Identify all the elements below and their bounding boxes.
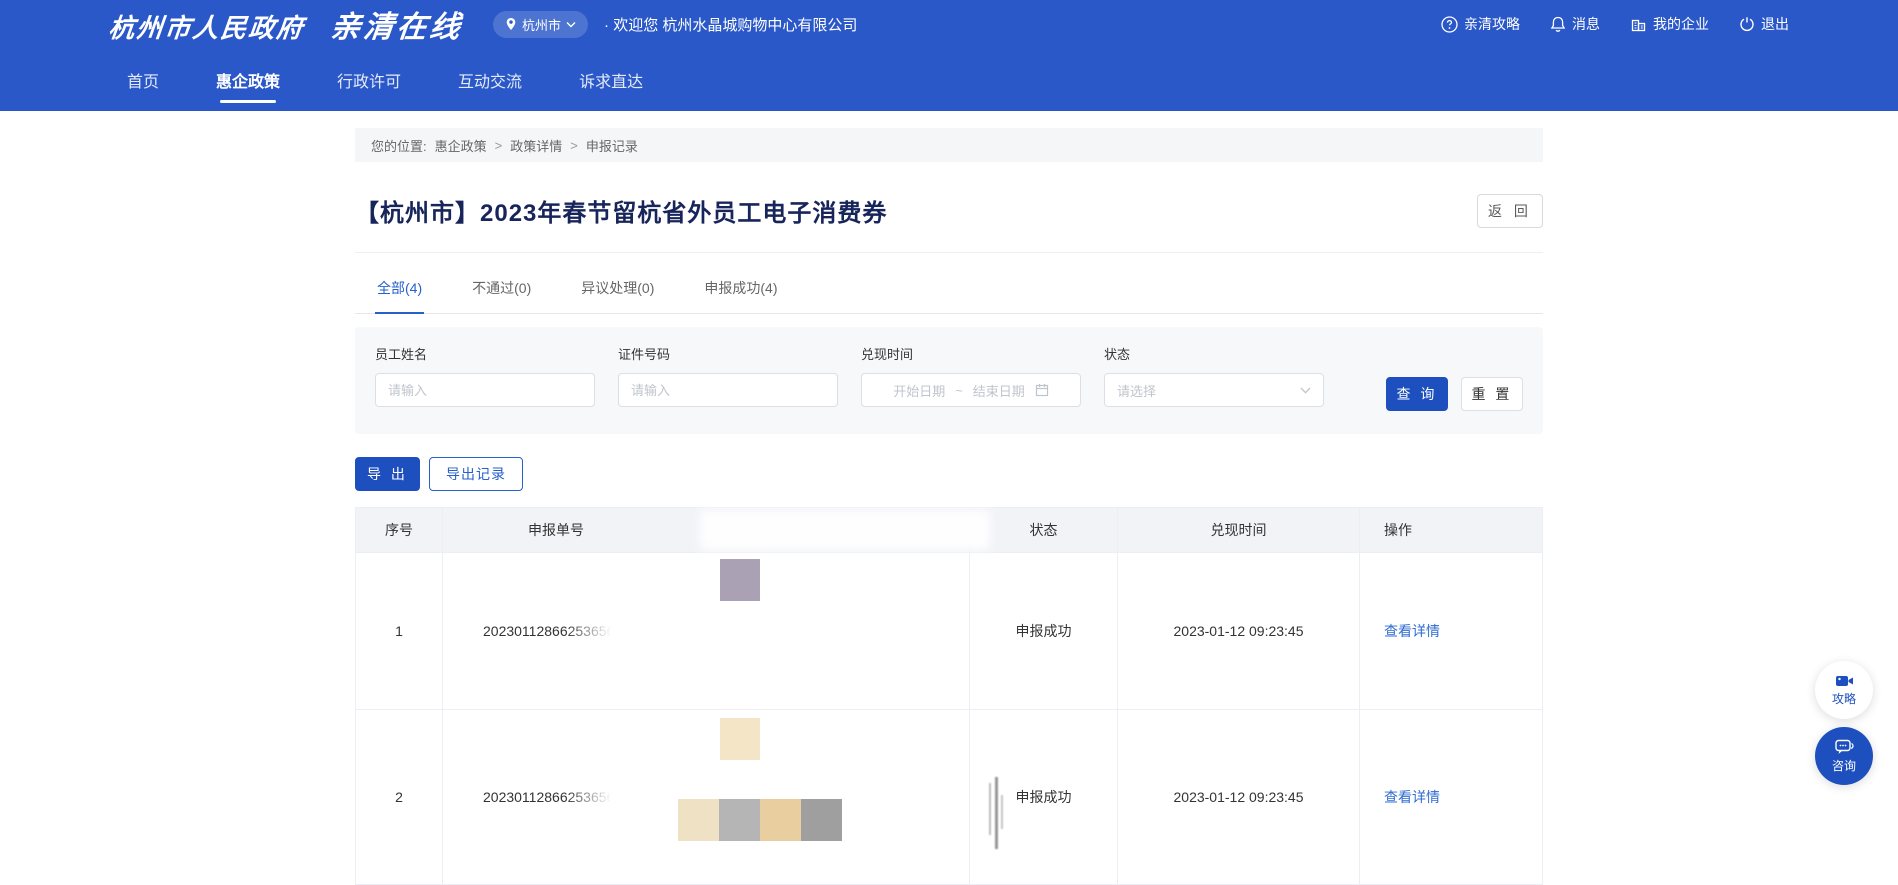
logout-link-label: 退出	[1761, 14, 1789, 34]
date-range-separator: ~	[955, 383, 963, 398]
employee-name-field-group: 员工姓名	[375, 344, 595, 407]
col-header-index: 序号	[356, 508, 443, 553]
cell-order-no: 20230112866253656	[443, 710, 970, 885]
chevron-down-icon	[566, 21, 576, 28]
status-select[interactable]: 请选择	[1104, 373, 1324, 407]
status-tabs: 全部(4) 不通过(0) 异议处理(0) 申报成功(4)	[355, 268, 1543, 314]
breadcrumb-item-records: 申报记录	[586, 136, 638, 155]
filter-panel: 员工姓名 证件号码 兑现时间 开始日期 ~ 结束日期 状态 请选择	[355, 327, 1543, 434]
redaction-block	[678, 799, 719, 841]
employee-name-label: 员工姓名	[375, 344, 595, 363]
guide-float-label: 攻略	[1832, 690, 1856, 707]
nav-item-policies[interactable]: 惠企政策	[216, 48, 280, 111]
redaction-smudge	[989, 777, 1009, 849]
date-range-picker[interactable]: 开始日期 ~ 结束日期	[861, 373, 1081, 407]
id-number-input[interactable]	[618, 373, 838, 407]
breadcrumb-separator: >	[570, 138, 578, 153]
toolbar: 导 出 导出记录	[355, 457, 1543, 491]
breadcrumb-prefix: 您的位置:	[371, 136, 427, 155]
breadcrumb-item-policies[interactable]: 惠企政策	[435, 136, 487, 155]
breadcrumb-separator: >	[495, 138, 503, 153]
nav-item-interaction[interactable]: 互动交流	[458, 48, 522, 111]
guide-link[interactable]: 亲清攻略	[1441, 14, 1520, 34]
messages-link[interactable]: 消息	[1550, 14, 1600, 34]
reset-button[interactable]: 重 置	[1461, 377, 1523, 411]
logo-brand-text: 亲清在线	[329, 2, 466, 46]
search-button[interactable]: 查 询	[1386, 377, 1448, 411]
power-icon	[1739, 16, 1755, 32]
consult-float-label: 咨询	[1832, 757, 1856, 774]
messages-link-label: 消息	[1572, 14, 1600, 34]
cell-order-no: 20230112866253656	[443, 553, 970, 710]
export-button[interactable]: 导 出	[355, 457, 420, 491]
tab-success[interactable]: 申报成功(4)	[702, 268, 779, 313]
bell-icon	[1550, 16, 1566, 33]
site-logo: 杭州市人民政府 亲清在线	[107, 2, 466, 46]
nav-item-licensing[interactable]: 行政许可	[337, 48, 401, 111]
header: 杭州市人民政府 亲清在线 杭州市 · 欢迎您 杭州水晶城购物中心有限公司 亲	[0, 0, 1898, 111]
col-header-actions: 操作	[1360, 508, 1542, 553]
breadcrumb-item-policy-detail[interactable]: 政策详情	[510, 136, 562, 155]
chevron-down-icon	[1300, 387, 1311, 394]
cell-index: 1	[356, 553, 443, 710]
tab-objection[interactable]: 异议处理(0)	[579, 268, 656, 313]
id-number-field-group: 证件号码	[618, 344, 838, 407]
redaction-block	[720, 718, 760, 760]
table-row: 2 20230112866253656 申报成功 2023-01-12 09:2…	[356, 710, 1542, 885]
redaction-block	[719, 799, 760, 841]
cell-redeem-time: 2023-01-12 09:23:45	[1118, 710, 1360, 885]
nav-item-appeals[interactable]: 诉求直达	[579, 48, 643, 111]
redeem-time-label: 兑现时间	[861, 344, 1081, 363]
cell-index: 2	[356, 710, 443, 885]
calendar-icon	[1035, 383, 1049, 397]
employee-name-input[interactable]	[375, 373, 595, 407]
col-header-redeem-time: 兑现时间	[1118, 508, 1360, 553]
table-row: 1 20230112866253656 申报成功 2023-01-12 09:2…	[356, 553, 1542, 710]
redaction-block	[760, 799, 801, 841]
main-nav: 首页 惠企政策 行政许可 互动交流 诉求直达	[109, 48, 1789, 111]
redaction-block	[720, 559, 760, 601]
view-detail-link[interactable]: 查看详情	[1384, 621, 1440, 641]
consult-float-button[interactable]: 咨询	[1815, 727, 1873, 785]
end-date-placeholder: 结束日期	[973, 381, 1025, 400]
redeem-time-field-group: 兑现时间 开始日期 ~ 结束日期	[861, 344, 1081, 407]
chat-icon	[1835, 739, 1854, 755]
my-enterprise-link-label: 我的企业	[1653, 14, 1709, 34]
tab-all[interactable]: 全部(4)	[375, 268, 424, 313]
view-detail-link[interactable]: 查看详情	[1384, 787, 1440, 807]
cell-status: 申报成功	[970, 553, 1118, 710]
back-button[interactable]: 返 回	[1477, 194, 1543, 228]
status-select-placeholder: 请选择	[1117, 381, 1156, 400]
my-enterprise-link[interactable]: 我的企业	[1630, 14, 1709, 34]
question-circle-icon	[1441, 16, 1458, 33]
breadcrumb: 您的位置: 惠企政策 > 政策详情 > 申报记录	[355, 128, 1543, 162]
guide-link-label: 亲清攻略	[1464, 14, 1520, 34]
nav-item-home[interactable]: 首页	[127, 48, 159, 111]
redaction-block	[801, 799, 842, 841]
col-header-status: 状态	[970, 508, 1118, 553]
status-label: 状态	[1104, 344, 1324, 363]
start-date-placeholder: 开始日期	[893, 381, 945, 400]
cell-redeem-time: 2023-01-12 09:23:45	[1118, 553, 1360, 710]
section-divider	[355, 252, 1543, 253]
status-field-group: 状态 请选择	[1104, 344, 1324, 407]
logout-link[interactable]: 退出	[1739, 14, 1789, 34]
id-number-label: 证件号码	[618, 344, 838, 363]
records-table: 序号 申报单号 状态 兑现时间 操作 1 20230112866253656 申…	[355, 507, 1543, 885]
location-selector[interactable]: 杭州市	[493, 11, 588, 38]
location-pin-icon	[505, 17, 517, 31]
page-title: 【杭州市】2023年春节留杭省外员工电子消费券	[355, 193, 887, 228]
location-label: 杭州市	[522, 15, 561, 34]
redaction-smudge	[700, 510, 990, 550]
guide-float-button[interactable]: 攻略	[1815, 661, 1873, 719]
logo-gov-text: 杭州市人民政府	[107, 8, 307, 45]
welcome-text: · 欢迎您 杭州水晶城购物中心有限公司	[604, 14, 857, 35]
tab-rejected[interactable]: 不通过(0)	[470, 268, 533, 313]
building-icon	[1630, 16, 1647, 33]
video-icon	[1835, 674, 1854, 688]
export-records-button[interactable]: 导出记录	[429, 457, 523, 491]
